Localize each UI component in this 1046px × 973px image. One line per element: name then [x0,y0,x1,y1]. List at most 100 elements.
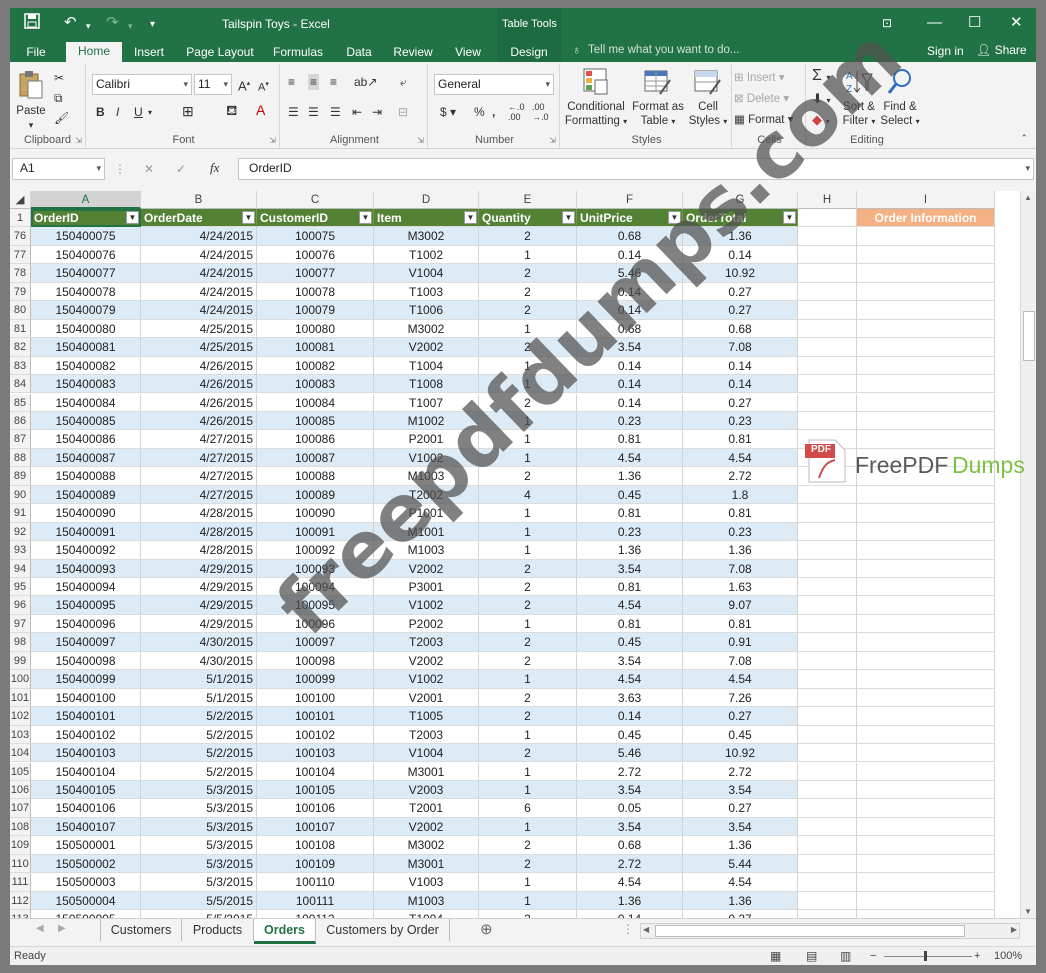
table-cell[interactable]: P2002 [374,614,479,634]
comma-icon[interactable]: , [492,104,495,120]
table-cell[interactable]: 4/28/2015 [141,522,257,542]
table-cell[interactable]: 4/27/2015 [141,448,257,468]
autosum-icon[interactable]: Σ ▾ [812,68,830,86]
empty-cell[interactable] [857,688,995,708]
borders-icon[interactable]: ⊞ [182,103,194,119]
empty-cell[interactable] [857,836,995,855]
table-cell[interactable]: 2 [479,651,577,671]
table-cell[interactable]: 100102 [257,725,374,745]
table-cell[interactable]: 0.23 [683,411,798,431]
column-header-d[interactable]: D [374,191,479,209]
row-number[interactable]: 79 [10,282,31,302]
underline-icon[interactable]: U [134,104,143,120]
empty-cell[interactable] [857,596,995,615]
scroll-down-icon[interactable]: ▼ [1024,907,1032,916]
table-cell[interactable]: 0.14 [683,245,798,265]
row-number[interactable]: 99 [10,651,31,671]
empty-cell[interactable] [798,448,857,468]
table-cell[interactable]: 2 [479,578,577,597]
prev-sheet-icon[interactable]: ◀ [36,923,44,934]
table-cell[interactable]: 5/3/2015 [141,817,257,837]
empty-cell[interactable] [798,725,857,745]
table-cell[interactable]: 5/1/2015 [141,670,257,689]
table-cell[interactable]: M1001 [374,522,479,542]
dialog-launcher-icon[interactable]: ⇲ [549,136,556,145]
table-cell[interactable]: 0.27 [683,282,798,302]
table-cell[interactable]: 2 [479,836,577,855]
align-top-icon[interactable]: ≡ [288,74,295,90]
table-cell[interactable]: 7.08 [683,651,798,671]
table-cell[interactable]: M3001 [374,854,479,874]
table-cell[interactable]: 0.27 [683,910,798,918]
empty-cell[interactable] [798,245,857,265]
table-cell[interactable]: 4 [479,485,577,505]
table-cell[interactable]: V1002 [374,596,479,615]
tab-insert[interactable]: Insert [126,43,172,62]
table-cell[interactable]: 0.14 [577,245,683,265]
column-header-b[interactable]: B [141,191,257,209]
row-number[interactable]: 94 [10,559,31,578]
table-cell[interactable]: 1.36 [683,227,798,246]
table-cell[interactable]: 3.54 [577,780,683,800]
tab-view[interactable]: View [446,43,490,62]
table-cell[interactable]: 4/26/2015 [141,356,257,376]
column-header-g[interactable]: G [683,191,798,209]
table-cell[interactable]: 100080 [257,319,374,339]
copy-icon[interactable]: ⧉ [54,90,63,106]
table-cell[interactable]: 100104 [257,762,374,781]
table-cell[interactable]: M1003 [374,891,479,911]
row-number[interactable]: 107 [10,799,31,818]
empty-cell[interactable] [798,744,857,763]
empty-cell[interactable] [798,836,857,855]
empty-cell[interactable] [857,780,995,800]
table-cell[interactable]: T1007 [374,393,479,412]
table-cell[interactable]: 5/1/2015 [141,688,257,708]
empty-cell[interactable] [857,375,995,394]
empty-cell[interactable] [857,245,995,265]
empty-cell[interactable] [798,504,857,523]
save-icon[interactable] [24,13,40,34]
empty-cell[interactable] [857,338,995,357]
table-cell[interactable]: 1 [479,356,577,376]
table-cell[interactable]: M3002 [374,836,479,855]
table-cell[interactable]: 5/3/2015 [141,836,257,855]
align-center-icon[interactable]: ☰ [308,104,319,120]
filter-dropdown-icon[interactable]: ▼ [242,211,255,224]
table-cell[interactable]: 150400099 [31,670,141,689]
table-cell[interactable]: 4/29/2015 [141,614,257,634]
table-cell[interactable]: 1 [479,504,577,523]
empty-cell[interactable] [798,707,857,726]
table-cell[interactable]: 150500001 [31,836,141,855]
cut-icon[interactable]: ✂ [54,70,64,86]
table-cell[interactable]: 100097 [257,633,374,652]
empty-cell[interactable] [857,725,995,745]
empty-cell[interactable] [798,301,857,320]
table-cell[interactable]: 2 [479,910,577,918]
empty-cell[interactable] [798,264,857,283]
conditional-formatting-button[interactable]: Conditional Formatting ▾ [564,68,628,129]
table-cell[interactable]: 100084 [257,393,374,412]
name-box[interactable]: A1 ▾ [12,158,105,180]
table-cell[interactable]: 100096 [257,614,374,634]
empty-cell[interactable] [798,578,857,597]
table-cell[interactable]: 0.14 [577,301,683,320]
table-cell[interactable]: 2 [479,227,577,246]
table-cell[interactable]: 4/30/2015 [141,651,257,671]
sheet-tab-orders[interactable]: Orders [254,919,316,944]
table-cell[interactable]: 100076 [257,245,374,265]
zoom-slider-thumb[interactable] [924,951,927,961]
row-number[interactable]: 97 [10,614,31,634]
column-header-i[interactable]: I [857,191,995,209]
table-cell[interactable]: 2.72 [577,854,683,874]
table-cell[interactable]: 150400101 [31,707,141,726]
table-cell[interactable]: 0.68 [683,319,798,339]
customize-qat-icon[interactable]: ▾ [150,16,155,34]
table-cell[interactable]: 100112 [257,910,374,918]
vertical-scrollbar[interactable]: ▲ ▼ [1020,191,1036,918]
table-cell[interactable]: 100103 [257,744,374,763]
row-number[interactable]: 109 [10,836,31,855]
table-cell[interactable]: 100075 [257,227,374,246]
empty-cell[interactable] [857,227,995,246]
empty-cell[interactable] [857,430,995,449]
row-number[interactable]: 89 [10,467,31,486]
